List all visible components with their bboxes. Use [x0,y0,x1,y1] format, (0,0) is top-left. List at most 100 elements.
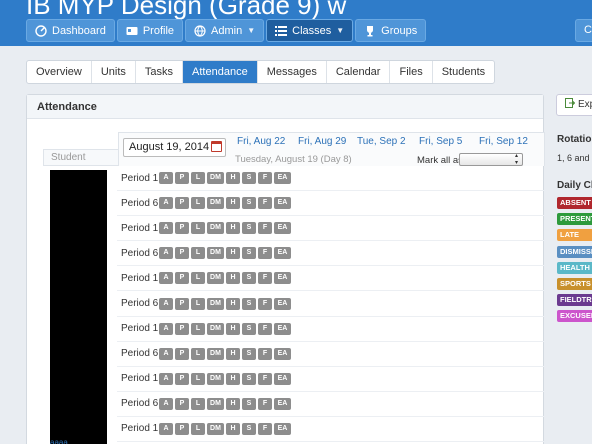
attendance-code-button[interactable]: L [191,222,205,235]
attendance-code-button[interactable]: P [175,197,189,210]
attendance-code-button[interactable]: H [226,372,240,385]
day-link[interactable]: Fri, Sep 12 [479,136,528,147]
attendance-code-button[interactable]: DM [207,247,224,260]
attendance-code-button[interactable]: H [226,347,240,360]
day-link[interactable]: Fri, Aug 22 [237,136,285,147]
attendance-code-button[interactable]: F [258,247,272,260]
attendance-code-button[interactable]: S [242,397,256,410]
attendance-code-button[interactable]: P [175,272,189,285]
attendance-code-button[interactable]: A [159,372,173,385]
nav-dashboard-button[interactable]: Dashboard [26,19,115,42]
attendance-code-button[interactable]: S [242,372,256,385]
tab-files[interactable]: Files [390,61,433,83]
attendance-code-button[interactable]: L [191,272,205,285]
tab-students[interactable]: Students [433,61,494,83]
tab-calendar[interactable]: Calendar [327,61,391,83]
nav-classes-button[interactable]: Classes ▼ [266,19,354,42]
header-right-button[interactable]: C [575,19,592,42]
attendance-code-button[interactable]: F [258,372,272,385]
attendance-code-button[interactable]: A [159,422,173,435]
attendance-code-button[interactable]: A [159,197,173,210]
attendance-code-button[interactable]: EA [274,322,291,335]
attendance-code-button[interactable]: DM [207,322,224,335]
attendance-code-button[interactable]: H [226,322,240,335]
attendance-code-button[interactable]: A [159,272,173,285]
nav-profile-button[interactable]: Profile [116,19,184,42]
attendance-code-button[interactable]: A [159,297,173,310]
attendance-code-button[interactable]: H [226,397,240,410]
attendance-code-button[interactable]: S [242,347,256,360]
attendance-code-button[interactable]: L [191,347,205,360]
attendance-code-button[interactable]: L [191,322,205,335]
attendance-code-button[interactable]: EA [274,297,291,310]
nav-groups-button[interactable]: Groups [355,19,427,42]
attendance-code-button[interactable]: S [242,272,256,285]
attendance-code-button[interactable]: EA [274,222,291,235]
mark-all-select[interactable] [459,152,523,166]
attendance-code-button[interactable]: A [159,397,173,410]
attendance-code-button[interactable]: A [159,222,173,235]
attendance-code-button[interactable]: EA [274,197,291,210]
attendance-code-button[interactable]: A [159,172,173,185]
attendance-code-button[interactable]: DM [207,422,224,435]
attendance-code-button[interactable]: L [191,172,205,185]
attendance-code-button[interactable]: P [175,297,189,310]
attendance-code-button[interactable]: H [226,247,240,260]
attendance-code-button[interactable]: S [242,422,256,435]
tab-tasks[interactable]: Tasks [136,61,184,83]
calendar-icon[interactable] [211,141,222,152]
attendance-code-button[interactable]: F [258,272,272,285]
attendance-code-button[interactable]: S [242,322,256,335]
attendance-code-button[interactable]: H [226,172,240,185]
attendance-code-button[interactable]: A [159,347,173,360]
nav-admin-button[interactable]: Admin ▼ [185,19,265,42]
attendance-code-button[interactable]: L [191,247,205,260]
attendance-code-button[interactable]: S [242,197,256,210]
attendance-code-button[interactable]: S [242,172,256,185]
attendance-code-button[interactable]: F [258,297,272,310]
day-link[interactable]: Fri, Aug 29 [298,136,346,147]
attendance-code-button[interactable]: H [226,272,240,285]
attendance-code-button[interactable]: P [175,222,189,235]
attendance-code-button[interactable]: L [191,297,205,310]
attendance-code-button[interactable]: EA [274,172,291,185]
attendance-code-button[interactable]: L [191,397,205,410]
tab-overview[interactable]: Overview [27,61,92,83]
attendance-code-button[interactable]: EA [274,347,291,360]
student-link[interactable]: aaaa [50,438,68,444]
attendance-code-button[interactable]: EA [274,422,291,435]
attendance-code-button[interactable]: S [242,297,256,310]
attendance-code-button[interactable]: P [175,397,189,410]
attendance-code-button[interactable]: EA [274,397,291,410]
attendance-code-button[interactable]: F [258,422,272,435]
attendance-code-button[interactable]: S [242,247,256,260]
attendance-code-button[interactable]: S [242,222,256,235]
attendance-code-button[interactable]: A [159,247,173,260]
attendance-code-button[interactable]: DM [207,347,224,360]
attendance-code-button[interactable]: DM [207,297,224,310]
attendance-code-button[interactable]: P [175,347,189,360]
attendance-code-button[interactable]: P [175,322,189,335]
attendance-code-button[interactable]: L [191,422,205,435]
attendance-code-button[interactable]: A [159,322,173,335]
attendance-code-button[interactable]: P [175,247,189,260]
attendance-code-button[interactable]: P [175,422,189,435]
attendance-code-button[interactable]: L [191,372,205,385]
attendance-code-button[interactable]: P [175,172,189,185]
attendance-code-button[interactable]: F [258,322,272,335]
attendance-code-button[interactable]: H [226,222,240,235]
attendance-code-button[interactable]: DM [207,172,224,185]
attendance-code-button[interactable]: F [258,172,272,185]
export-button[interactable]: Exp [556,94,592,116]
attendance-code-button[interactable]: EA [274,247,291,260]
attendance-code-button[interactable]: F [258,222,272,235]
tab-messages[interactable]: Messages [258,61,327,83]
attendance-code-button[interactable]: DM [207,222,224,235]
day-link[interactable]: Tue, Sep 2 [357,136,406,147]
tab-units[interactable]: Units [92,61,136,83]
attendance-code-button[interactable]: L [191,197,205,210]
attendance-code-button[interactable]: F [258,347,272,360]
attendance-code-button[interactable]: F [258,197,272,210]
attendance-code-button[interactable]: P [175,372,189,385]
attendance-code-button[interactable]: H [226,297,240,310]
